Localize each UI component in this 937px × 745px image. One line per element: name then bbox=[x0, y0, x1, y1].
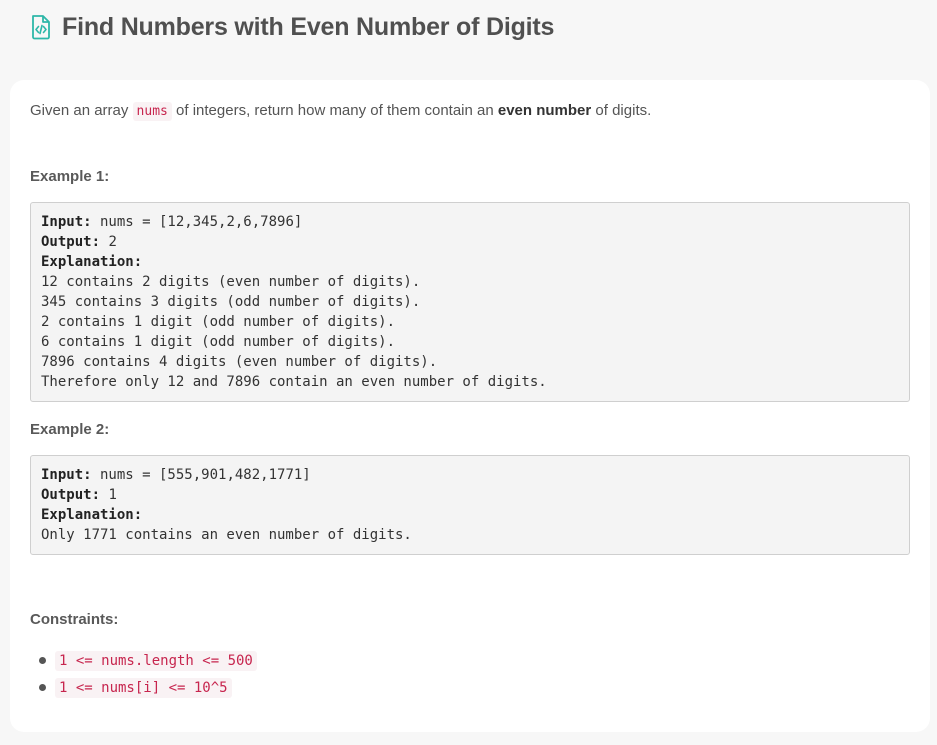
constraints-heading: Constraints: bbox=[30, 611, 119, 628]
example-2-block: Input: nums = [555,901,482,1771] Output:… bbox=[30, 455, 910, 555]
statement-bold: even number bbox=[497, 102, 592, 119]
output-label: Output: bbox=[41, 487, 101, 503]
problem-statement: Given an array nums of integers, return … bbox=[30, 102, 652, 121]
output-value: 2 bbox=[100, 234, 117, 250]
explanation-line: 2 contains 1 digit (odd number of digits… bbox=[41, 314, 396, 330]
input-label: Input: bbox=[41, 467, 92, 483]
statement-text-2: of integers, return how many of them con… bbox=[171, 102, 498, 119]
bullet-icon bbox=[39, 657, 46, 664]
output-value: 1 bbox=[100, 487, 117, 503]
example-output-line: Output: 1 bbox=[41, 485, 899, 505]
bullet-icon bbox=[39, 684, 46, 691]
input-value: nums = [12,345,2,6,7896] bbox=[91, 214, 303, 230]
constraint-code: 1 <= nums[i] <= 10^5 bbox=[55, 677, 232, 698]
code-file-icon bbox=[30, 14, 52, 40]
constraint-code: 1 <= nums.length <= 500 bbox=[55, 650, 257, 671]
example-input-line: Input: nums = [555,901,482,1771] bbox=[41, 465, 899, 485]
explanation-line: 6 contains 1 digit (odd number of digits… bbox=[41, 334, 396, 350]
constraints-list: 1 <= nums.length <= 500 1 <= nums[i] <= … bbox=[39, 647, 257, 701]
statement-text-3: of digits. bbox=[591, 102, 652, 119]
explanation-line: 7896 contains 4 digits (even number of d… bbox=[41, 354, 438, 370]
explanation-line: Therefore only 12 and 7896 contain an ev… bbox=[41, 374, 547, 390]
inline-code-nums: nums bbox=[132, 102, 172, 121]
example-input-line: Input: nums = [12,345,2,6,7896] bbox=[41, 212, 899, 232]
example-output-line: Output: 2 bbox=[41, 232, 899, 252]
example-1-heading: Example 1: bbox=[30, 168, 110, 185]
input-value: nums = [555,901,482,1771] bbox=[91, 467, 311, 483]
example-2-heading: Example 2: bbox=[30, 421, 110, 438]
list-item: 1 <= nums.length <= 500 bbox=[39, 647, 257, 674]
explanation-label: Explanation: bbox=[41, 254, 143, 270]
explanation-line: 12 contains 2 digits (even number of dig… bbox=[41, 274, 421, 290]
page-title: Find Numbers with Even Number of Digits bbox=[62, 12, 555, 41]
problem-card: Given an array nums of integers, return … bbox=[10, 80, 930, 732]
list-item: 1 <= nums[i] <= 10^5 bbox=[39, 674, 257, 701]
input-label: Input: bbox=[41, 214, 92, 230]
explanation-line: Only 1771 contains an even number of dig… bbox=[41, 527, 412, 543]
explanation-line: 345 contains 3 digits (odd number of dig… bbox=[41, 294, 421, 310]
output-label: Output: bbox=[41, 234, 101, 250]
explanation-label: Explanation: bbox=[41, 507, 143, 523]
example-1-block: Input: nums = [12,345,2,6,7896] Output: … bbox=[30, 202, 910, 402]
statement-text-1: Given an array bbox=[30, 102, 133, 119]
page-header: Find Numbers with Even Number of Digits bbox=[30, 10, 554, 44]
